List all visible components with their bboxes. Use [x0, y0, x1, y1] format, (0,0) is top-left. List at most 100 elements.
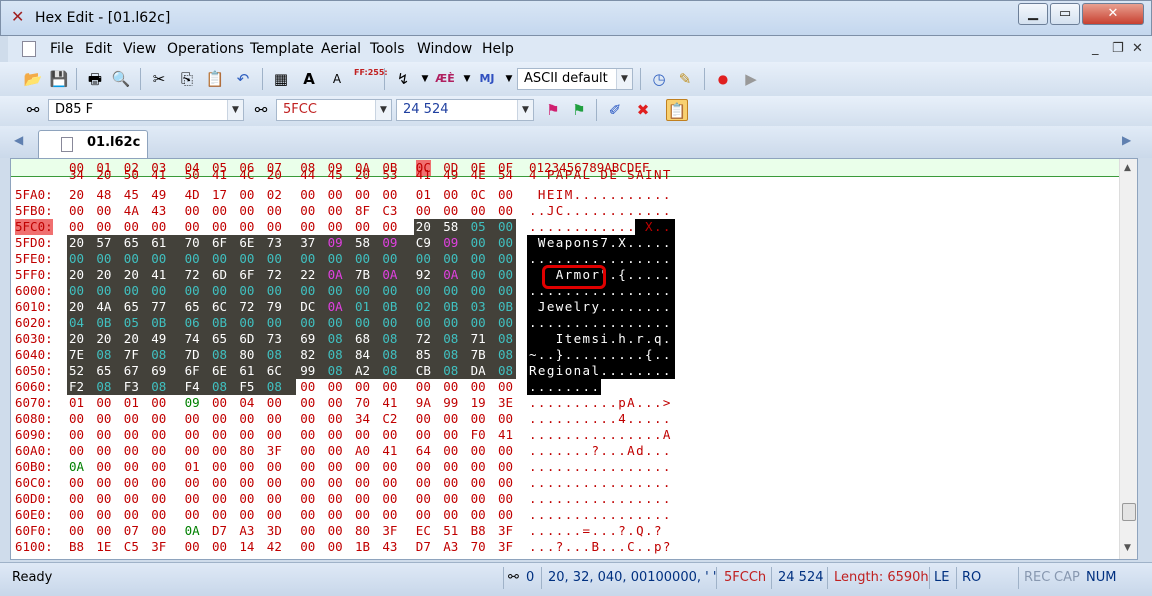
hex-byte[interactable]: 00	[267, 491, 282, 507]
hex-byte[interactable]: 7E	[69, 347, 84, 363]
hex-byte[interactable]: 3F	[498, 539, 513, 555]
hex-byte[interactable]: 00	[212, 443, 227, 459]
hex-byte[interactable]: 1B	[355, 539, 370, 555]
hex-byte[interactable]: 00	[96, 219, 111, 235]
ascii-text[interactable]: ...?...B...C..p?	[529, 539, 672, 555]
hex-byte[interactable]: 00	[96, 491, 111, 507]
menu-template[interactable]: Template	[250, 41, 314, 57]
hex-byte[interactable]: 00	[382, 283, 397, 299]
hex-byte[interactable]: 4A	[124, 203, 139, 219]
hex-byte[interactable]: 00	[443, 251, 458, 267]
hex-byte[interactable]: 00	[185, 507, 200, 523]
hex-byte[interactable]: 00	[267, 219, 282, 235]
ascii-text[interactable]: .......?...Ad...	[529, 443, 672, 459]
hex-byte[interactable]: EC	[416, 523, 431, 539]
print-icon[interactable]: 🖶	[84, 68, 106, 90]
hex-byte[interactable]: 52	[69, 363, 84, 379]
endian-indicator[interactable]: LE	[934, 570, 949, 585]
copy-icon[interactable]: ⎘	[176, 68, 198, 90]
hex-byte[interactable]: 00	[382, 459, 397, 475]
hex-byte[interactable]: 03	[471, 299, 486, 315]
hex-byte[interactable]: 4C	[239, 167, 254, 183]
hex-byte[interactable]: 0A	[328, 267, 343, 283]
hex-byte[interactable]: 49	[443, 167, 458, 183]
hex-byte[interactable]: 00	[328, 491, 343, 507]
hex-byte[interactable]: 20	[69, 331, 84, 347]
hex-byte[interactable]: 08	[443, 331, 458, 347]
hex-byte[interactable]: 00	[69, 203, 84, 219]
table-row[interactable]: 5FD0: 20 57 65 61 70 6F 6E 73 37 09 58 09 C9 09 00 00 We…	[11, 235, 1111, 251]
hex-byte[interactable]: 00	[443, 379, 458, 395]
hex-byte[interactable]: 65	[212, 331, 227, 347]
open-folder-icon[interactable]: 📂	[22, 68, 44, 90]
hex-byte[interactable]: 01	[355, 299, 370, 315]
hex-byte[interactable]: C5	[124, 539, 139, 555]
clear-highlight-icon[interactable]: ✖	[632, 99, 654, 121]
hex-byte[interactable]: 37	[300, 235, 315, 251]
hex-byte[interactable]: 00	[416, 203, 431, 219]
mode-indicator[interactable]: RO	[962, 570, 981, 585]
hex-byte[interactable]: 00	[267, 475, 282, 491]
hex-byte[interactable]: 00	[239, 219, 254, 235]
hex-byte[interactable]: 00	[151, 507, 166, 523]
hex-byte[interactable]: 09	[185, 395, 200, 411]
mdi-restore-icon[interactable]: ❐	[1112, 41, 1124, 56]
hex-byte[interactable]: 00	[328, 459, 343, 475]
hex-byte[interactable]: 00	[151, 427, 166, 443]
hex-byte[interactable]: 01	[124, 395, 139, 411]
binary-icon[interactable]: ↯	[392, 68, 414, 90]
hex-byte[interactable]: 72	[239, 299, 254, 315]
hex-byte[interactable]: 20	[69, 299, 84, 315]
hex-byte[interactable]: 00	[300, 283, 315, 299]
charset-select[interactable]: ASCII default ▼	[517, 68, 633, 90]
hex-byte[interactable]: 09	[382, 235, 397, 251]
hex-byte[interactable]: 00	[355, 187, 370, 203]
hex-byte[interactable]: 00	[267, 395, 282, 411]
hex-byte[interactable]: 08	[382, 347, 397, 363]
hex-byte[interactable]: 05	[471, 219, 486, 235]
hex-byte[interactable]: 00	[300, 203, 315, 219]
hex-byte[interactable]: 00	[185, 411, 200, 427]
hex-byte[interactable]: 00	[300, 523, 315, 539]
hex-byte[interactable]: F2	[69, 379, 84, 395]
hex-byte[interactable]: 00	[328, 219, 343, 235]
hex-byte[interactable]: 00	[300, 491, 315, 507]
table-row[interactable]: 60A0: 00 00 00 00 00 00 80 3F 00 00 A0 41 64 00 00 00...…	[11, 443, 1111, 459]
hex-byte[interactable]: 00	[212, 427, 227, 443]
hex-byte[interactable]: 00	[498, 411, 513, 427]
hex-byte[interactable]: 00	[185, 491, 200, 507]
hex-byte[interactable]: 00	[69, 411, 84, 427]
hex-byte[interactable]: 58	[443, 219, 458, 235]
clock-icon[interactable]: ◷	[648, 68, 670, 90]
hex-byte[interactable]: 00	[69, 427, 84, 443]
hex-byte[interactable]: 6F	[239, 267, 254, 283]
hex-byte[interactable]: 85	[416, 347, 431, 363]
hex-byte[interactable]: 00	[239, 459, 254, 475]
hex-byte[interactable]: 08	[328, 363, 343, 379]
hex-byte[interactable]: 00	[328, 539, 343, 555]
hex-byte[interactable]: 00	[151, 491, 166, 507]
ascii-text[interactable]: ......=...?.Q.?	[529, 523, 663, 539]
hex-byte[interactable]: 0A	[69, 459, 84, 475]
hex-byte[interactable]: A3	[443, 539, 458, 555]
hex-byte[interactable]: 80	[239, 347, 254, 363]
hex-byte[interactable]: 08	[443, 363, 458, 379]
hex-byte[interactable]: 00	[471, 267, 486, 283]
hex-byte[interactable]: 50	[185, 167, 200, 183]
bookmark-next-icon[interactable]: ⚑	[568, 99, 590, 121]
hex-byte[interactable]: 68	[355, 331, 370, 347]
hex-byte[interactable]: 41	[382, 443, 397, 459]
hex-byte[interactable]: 00	[239, 491, 254, 507]
hex-byte[interactable]: 00	[96, 283, 111, 299]
hex-byte[interactable]: 08	[382, 331, 397, 347]
hex-byte[interactable]: 6C	[212, 299, 227, 315]
hex-byte[interactable]: 00	[416, 283, 431, 299]
hex-byte[interactable]: 00	[239, 203, 254, 219]
hex-byte[interactable]: F4	[185, 379, 200, 395]
hex-byte[interactable]: 00	[328, 523, 343, 539]
hex-byte[interactable]: 00	[355, 507, 370, 523]
hex-byte[interactable]: 20	[96, 167, 111, 183]
hex-byte[interactable]: 51	[443, 523, 458, 539]
hex-address-combo[interactable]: 5FCC ▼	[276, 99, 392, 121]
hex-byte[interactable]: 3F	[498, 523, 513, 539]
